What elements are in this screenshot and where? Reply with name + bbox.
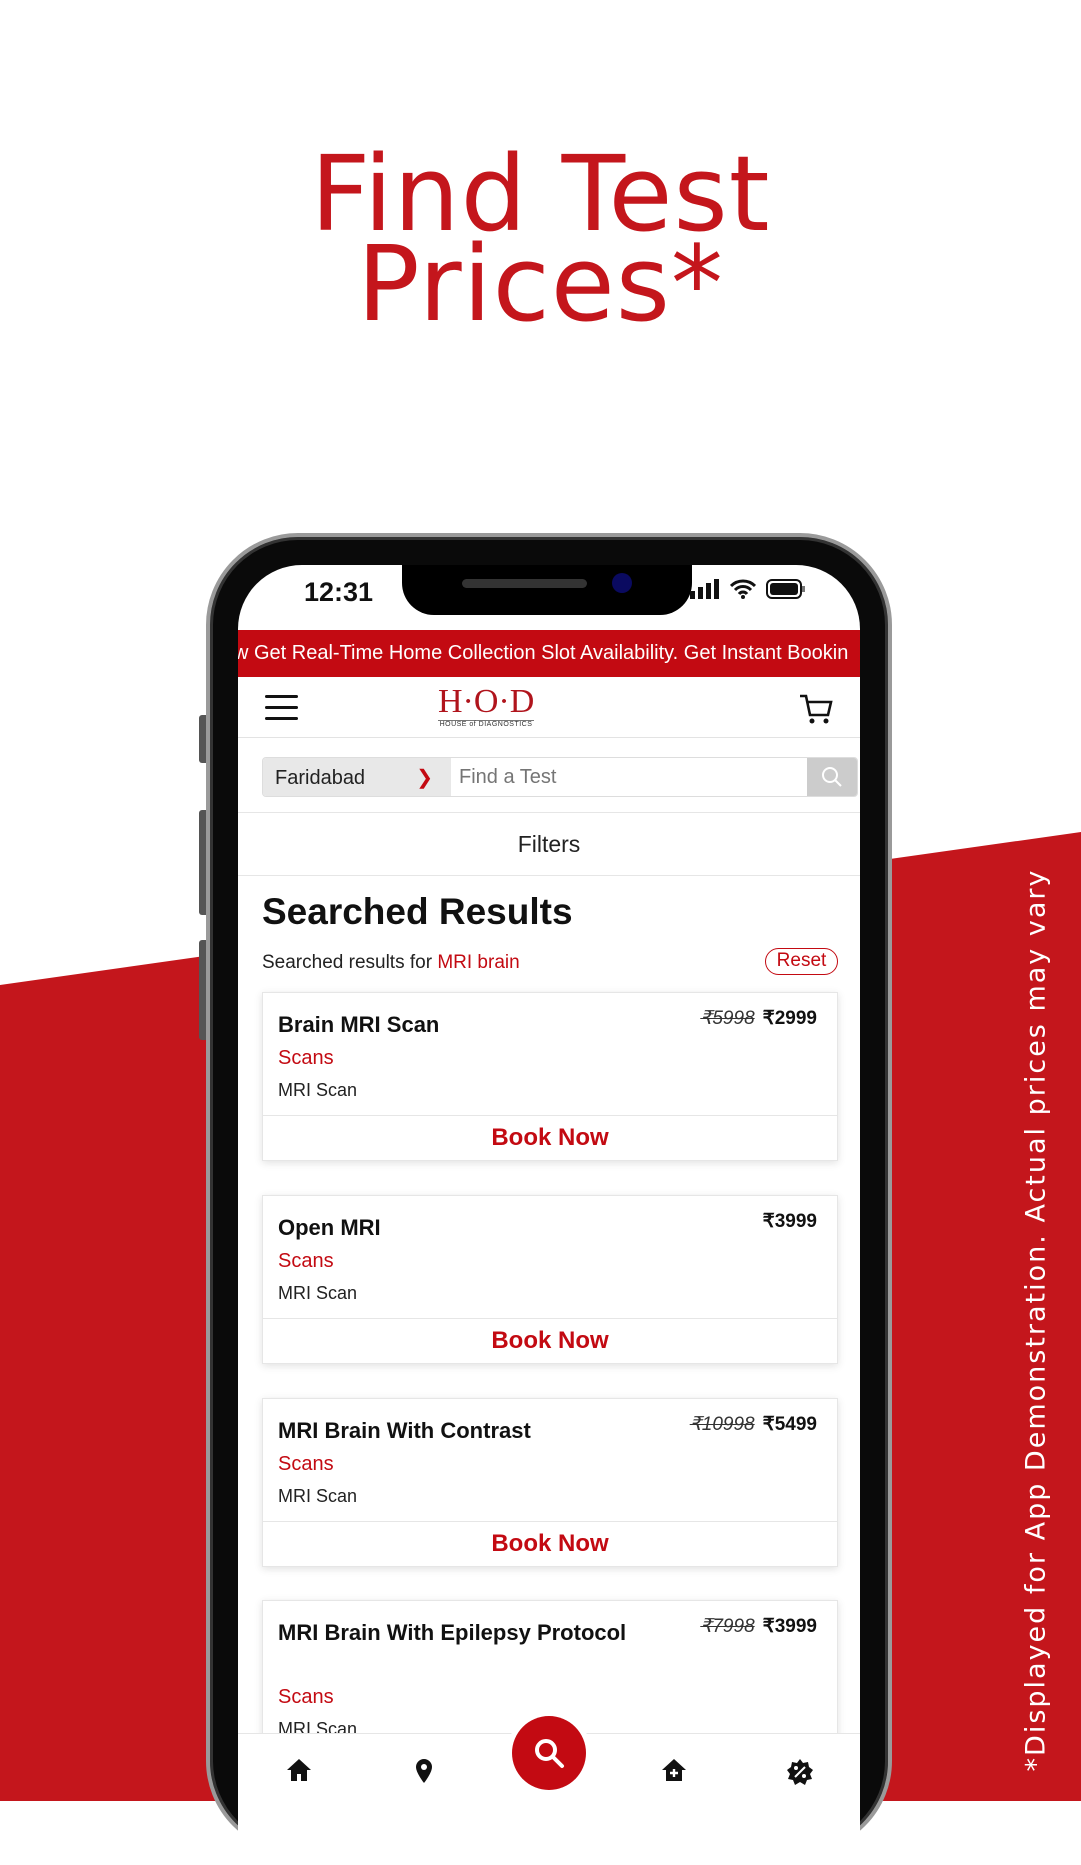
status-icons bbox=[690, 579, 806, 599]
price: ₹2999 bbox=[762, 1008, 817, 1029]
test-card: Brain MRI Scan ₹5998 ₹2999 Scans MRI Scan… bbox=[262, 992, 838, 1161]
book-now-button[interactable]: Book Now bbox=[263, 1521, 837, 1566]
bottom-nav bbox=[238, 1716, 860, 1865]
old-price: ₹5998 bbox=[700, 1008, 755, 1029]
price: ₹5499 bbox=[762, 1414, 817, 1435]
test-price: ₹10998 ₹5499 bbox=[690, 1413, 817, 1436]
price: ₹3999 bbox=[762, 1211, 817, 1232]
battery-icon bbox=[766, 579, 805, 599]
chevron-down-icon: ❯ bbox=[416, 767, 433, 789]
wifi-icon bbox=[730, 579, 756, 599]
app-header: H·O·D HOUSE of DIAGNOSTICS bbox=[238, 677, 860, 738]
test-search-input[interactable] bbox=[451, 758, 807, 796]
test-category: Scans bbox=[278, 1047, 334, 1069]
offers-icon[interactable] bbox=[786, 1758, 814, 1786]
test-type: MRI Scan bbox=[278, 1486, 358, 1506]
test-name[interactable]: MRI Brain With Epilepsy Protocol bbox=[278, 1617, 638, 1649]
search-fab[interactable] bbox=[512, 1716, 586, 1790]
price: ₹3999 bbox=[762, 1616, 817, 1637]
test-type: MRI Scan bbox=[278, 1283, 358, 1303]
disclaimer: *Displayed for App Demonstration. Actual… bbox=[1020, 868, 1052, 1772]
home-care-icon[interactable] bbox=[661, 1758, 687, 1782]
test-name[interactable]: MRI Brain With Contrast bbox=[278, 1415, 638, 1447]
city-value: Faridabad bbox=[275, 767, 366, 789]
hod-logo[interactable]: H·O·D HOUSE of DIAGNOSTICS bbox=[438, 685, 534, 728]
book-now-button[interactable]: Book Now bbox=[263, 1115, 837, 1160]
old-price: ₹10998 bbox=[689, 1414, 755, 1435]
menu-icon[interactable] bbox=[265, 695, 298, 720]
hero-title-line2: Prices* bbox=[357, 223, 724, 345]
test-card: MRI Brain With Contrast ₹10998 ₹5499 Scan… bbox=[262, 1398, 838, 1567]
speaker bbox=[462, 579, 587, 588]
results-prefix: Searched results for bbox=[262, 952, 438, 973]
test-price: ₹5998 ₹2999 bbox=[700, 1007, 817, 1030]
search-icon bbox=[822, 767, 842, 787]
book-now-button[interactable]: Book Now bbox=[263, 1318, 837, 1363]
location-icon[interactable] bbox=[414, 1758, 434, 1784]
results-query-text: Searched results for MRI brain bbox=[262, 952, 520, 974]
city-select[interactable]: Faridabad ❯ bbox=[263, 758, 451, 796]
home-icon[interactable] bbox=[286, 1758, 312, 1782]
test-category: Scans bbox=[278, 1453, 334, 1475]
camera bbox=[612, 573, 632, 593]
signal-icon bbox=[690, 579, 719, 599]
test-name[interactable]: Brain MRI Scan bbox=[278, 1009, 638, 1041]
test-card: Open MRI ₹3999 Scans MRI Scan Book Now bbox=[262, 1195, 838, 1364]
status-time: 12:31 bbox=[304, 577, 374, 607]
search-bar: Faridabad ❯ bbox=[262, 757, 858, 797]
reset-button[interactable]: Reset bbox=[765, 948, 838, 975]
filters-button[interactable]: Filters bbox=[238, 812, 860, 876]
test-name[interactable]: Open MRI bbox=[278, 1212, 638, 1244]
announcement-banner[interactable]: w Get Real-Time Home Collection Slot Ava… bbox=[238, 630, 860, 677]
test-category: Scans bbox=[278, 1686, 334, 1708]
test-category: Scans bbox=[278, 1250, 334, 1272]
test-price: ₹7998 ₹3999 bbox=[700, 1615, 817, 1638]
cart-icon[interactable] bbox=[798, 693, 834, 725]
results-query: MRI brain bbox=[437, 952, 520, 973]
search-button[interactable] bbox=[807, 758, 857, 796]
test-type: MRI Scan bbox=[278, 1080, 358, 1100]
old-price: ₹7998 bbox=[700, 1616, 755, 1637]
notch bbox=[402, 565, 692, 615]
results-heading: Searched Results bbox=[262, 891, 573, 932]
test-price: ₹3999 bbox=[763, 1210, 817, 1233]
search-icon bbox=[535, 1739, 564, 1768]
phone-screen: 12:31 w Get Real-Time Home Collection Sl… bbox=[238, 565, 860, 1865]
